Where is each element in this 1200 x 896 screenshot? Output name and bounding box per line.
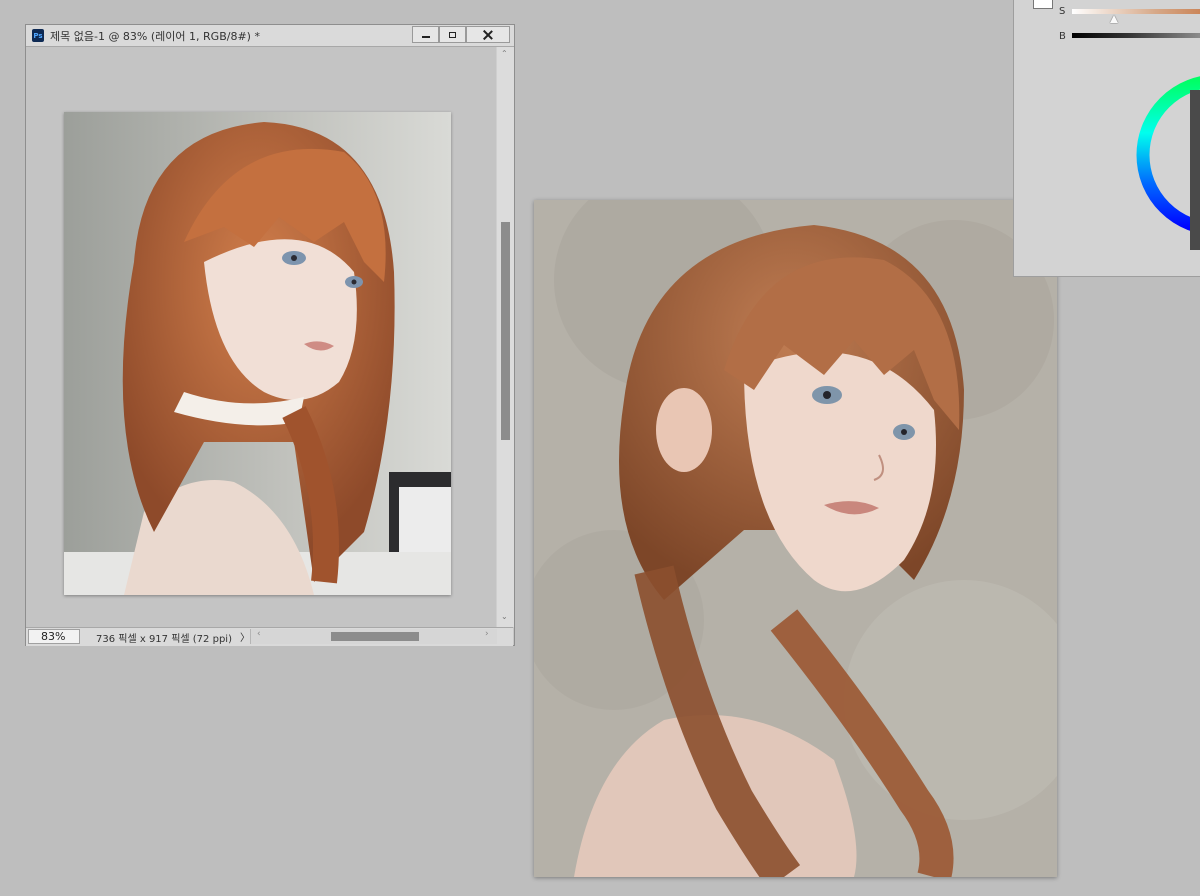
status-menu-arrow-icon[interactable]: 〉	[240, 629, 250, 644]
saturation-label: S	[1059, 6, 1066, 17]
minimize-icon	[421, 36, 430, 38]
brightness-label: B	[1059, 31, 1066, 42]
document-dimensions-info: 736 픽셀 x 917 픽셀 (72 ppi)	[96, 634, 232, 645]
saturation-slider-handle[interactable]	[1110, 15, 1118, 23]
document-titlebar[interactable]: Ps 제목 없음-1 @ 83% (레이어 1, RGB/8#) *	[26, 25, 514, 47]
maximize-icon	[449, 31, 456, 38]
scroll-down-icon[interactable]: ⌄	[501, 612, 508, 621]
zoom-level-field[interactable]: 83%	[28, 629, 80, 644]
maximize-button[interactable]	[439, 26, 466, 43]
document-title: 제목 없음-1 @ 83% (레이어 1, RGB/8#) *	[50, 29, 260, 43]
digital-painting	[534, 200, 1057, 877]
minimize-button[interactable]	[412, 26, 439, 43]
photoshop-app-icon: Ps	[32, 29, 44, 42]
horizontal-scroll-thumb[interactable]	[331, 632, 419, 641]
vertical-scroll-thumb[interactable]	[501, 222, 510, 440]
close-button[interactable]	[466, 26, 510, 43]
horizontal-scrollbar[interactable]: ‹ ›	[250, 629, 497, 644]
scroll-left-icon[interactable]: ‹	[257, 629, 261, 639]
scroll-right-icon[interactable]: ›	[485, 629, 489, 639]
hue-color-wheel[interactable]	[1132, 60, 1200, 260]
reference-photo	[64, 112, 451, 595]
document-statusbar: 83% 736 픽셀 x 917 픽셀 (72 ppi) 〉 ‹ ›	[26, 627, 513, 646]
saturation-slider-track[interactable]	[1072, 9, 1200, 14]
vertical-scrollbar[interactable]: ⌃ ⌄	[496, 47, 514, 627]
scroll-up-icon[interactable]: ⌃	[501, 49, 508, 58]
close-icon	[483, 30, 493, 40]
color-panel[interactable]: S B	[1013, 0, 1200, 277]
brightness-slider-track[interactable]	[1072, 33, 1200, 38]
foreground-color-swatch[interactable]	[1033, 0, 1053, 9]
